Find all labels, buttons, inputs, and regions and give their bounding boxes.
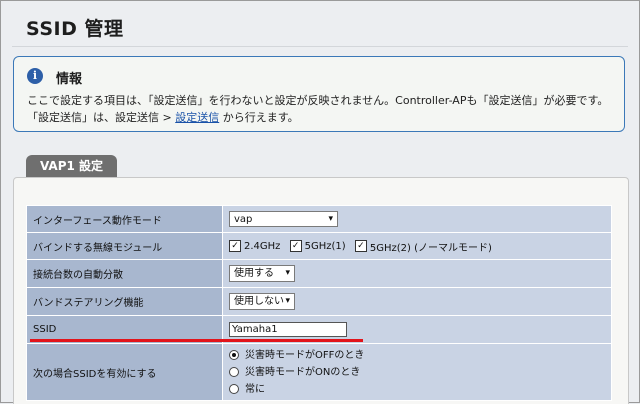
interface-mode-value: vap (234, 214, 253, 225)
chevron-down-icon: ▾ (328, 214, 333, 224)
band-steering-cell: 使用しない ▾ (222, 287, 612, 316)
radio-module-cell: ✓ 2.4GHz ✓ 5GHz(1) ✓ 5GHz(2) (ノーマルモード) (222, 232, 612, 260)
checkbox-label: 5GHz(1) (304, 240, 346, 252)
settings-send-link[interactable]: 設定送信 (175, 111, 219, 124)
radio-option[interactable]: 常に (229, 381, 611, 398)
radio-label: 災害時モードがONのとき (245, 366, 361, 378)
band-steering-value: 使用しない (234, 296, 284, 307)
checkbox-label: 2.4GHz (244, 240, 281, 252)
interface-mode-cell: vap ▾ (222, 205, 612, 233)
checkbox-5ghz-2[interactable]: ✓ (354, 240, 367, 252)
auto-balance-cell: 使用する ▾ (222, 259, 612, 288)
radio-disaster-off[interactable] (229, 350, 239, 360)
table-row: 次の場合SSIDを有効にする 災害時モードがOFFのとき 災害時モードがONのと… (26, 343, 612, 401)
info-line2-prefix: 「設定送信」は、設定送信 > (27, 111, 176, 124)
band-steering-label: バンドステアリング機能 (26, 287, 223, 316)
interface-mode-label: インターフェース動作モード (26, 205, 223, 233)
radio-always[interactable] (229, 384, 239, 394)
radio-label: 災害時モードがOFFのとき (245, 349, 365, 361)
auto-balance-label: 接続台数の自動分散 (26, 259, 223, 288)
settings-table: インターフェース動作モード vap ▾ バインドする無線モジュール ✓ 2.4GHz… (26, 205, 612, 401)
info-title: 情報 (56, 72, 83, 87)
checkbox-label: 5GHz(2) (ノーマルモード) (369, 242, 492, 254)
page-title: SSID 管理 (26, 18, 124, 40)
enable-condition-cell: 災害時モードがOFFのとき 災害時モードがONのとき 常に (222, 343, 612, 401)
table-row: 接続台数の自動分散 使用する ▾ (26, 259, 612, 288)
table-row: バンドステアリング機能 使用しない ▾ (26, 287, 612, 316)
auto-balance-value: 使用する (234, 268, 274, 279)
enable-condition-label: 次の場合SSIDを有効にする (26, 343, 223, 401)
radio-disaster-on[interactable] (229, 367, 239, 377)
auto-balance-select[interactable]: 使用する ▾ (229, 265, 295, 282)
info-message-line1: ここで設定する項目は、「設定送信」を行わないと設定が反映されません。Contro… (27, 94, 609, 107)
band-steering-select[interactable]: 使用しない ▾ (229, 293, 295, 310)
radio-option[interactable]: 災害時モードがONのとき (229, 364, 611, 381)
ssid-highlight-underline (30, 339, 363, 342)
chevron-down-icon: ▾ (285, 268, 290, 278)
info-message-line2: 「設定送信」は、設定送信 > 設定送信 から行えます。 (27, 109, 299, 125)
radio-label: 常に (245, 383, 265, 395)
info-box: i 情報 ここで設定する項目は、「設定送信」を行わないと設定が反映されません。C… (13, 56, 625, 132)
title-divider (12, 46, 628, 47)
radio-module-label: バインドする無線モジュール (26, 232, 223, 260)
checkbox-2-4ghz[interactable]: ✓ (229, 240, 241, 252)
radio-option[interactable]: 災害時モードがOFFのとき (229, 347, 611, 364)
checkbox-5ghz-1[interactable]: ✓ (289, 240, 302, 252)
info-line2-suffix: から行えます。 (219, 111, 299, 124)
ssid-input[interactable] (229, 322, 347, 337)
table-row: バインドする無線モジュール ✓ 2.4GHz ✓ 5GHz(1) ✓ 5GHz(2) … (26, 232, 612, 260)
table-row: インターフェース動作モード vap ▾ (26, 205, 612, 233)
chevron-down-icon: ▾ (285, 296, 290, 306)
interface-mode-select[interactable]: vap ▾ (229, 211, 338, 227)
tab-vap1-settings[interactable]: VAP1 設定 (26, 155, 117, 177)
info-icon: i (27, 68, 43, 84)
